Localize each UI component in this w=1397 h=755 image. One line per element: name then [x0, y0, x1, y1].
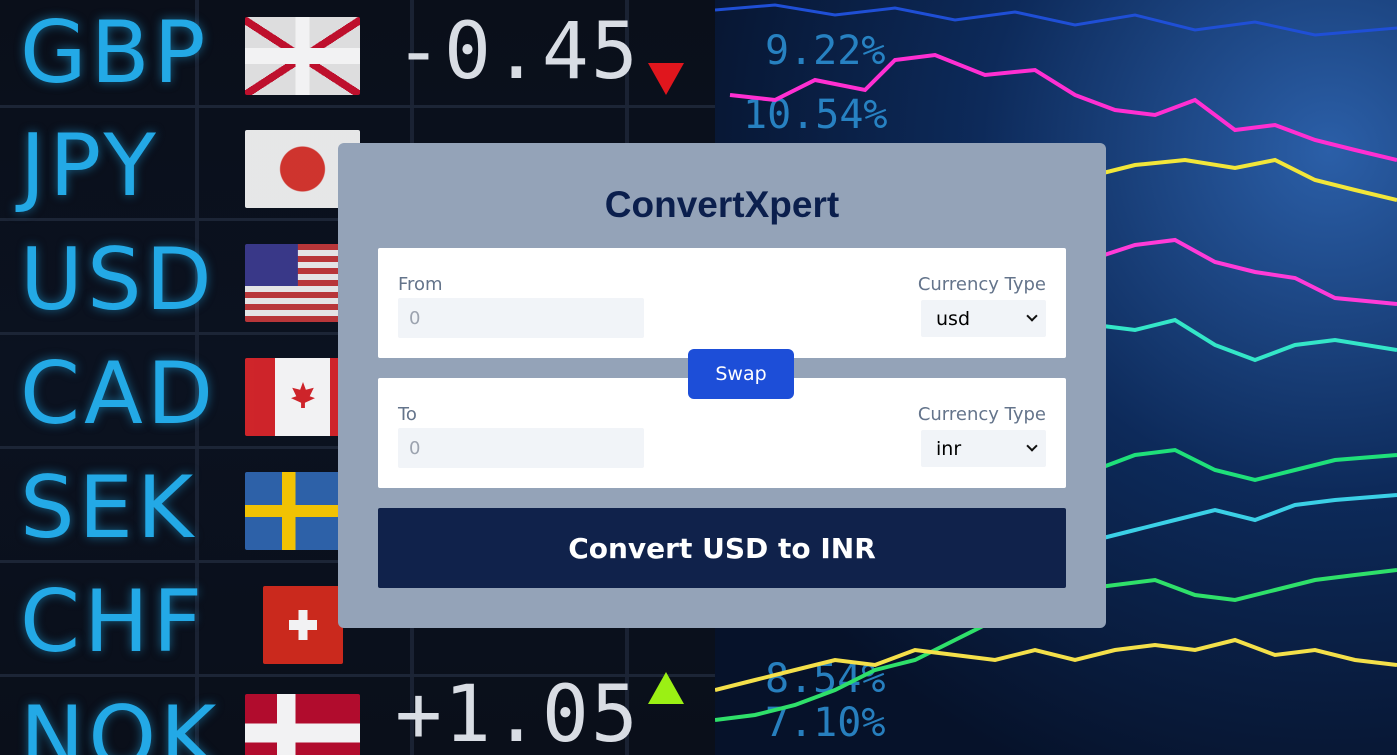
switzerland-flag-icon: [263, 586, 343, 664]
ticker-row: GBP -0.45: [0, 0, 715, 108]
from-amount-input[interactable]: 0: [398, 298, 644, 338]
to-label: To: [398, 404, 417, 425]
from-currency-label: Currency Type: [917, 274, 1046, 295]
from-section: From Currency Type 0 usd: [378, 248, 1066, 358]
ticker-code: NOK: [20, 688, 221, 755]
convert-button[interactable]: Convert USD to INR: [378, 508, 1066, 588]
ticker-code: CAD: [20, 344, 218, 444]
from-currency-value: usd: [936, 307, 971, 330]
chevron-down-icon: [1026, 310, 1038, 322]
to-currency-value: inr: [936, 437, 962, 460]
to-amount-placeholder: 0: [409, 437, 421, 459]
swap-button[interactable]: Swap: [688, 349, 794, 399]
ticker-change: +1.05: [395, 670, 640, 755]
ticker-code: SEK: [20, 458, 198, 558]
ticker-code: CHF: [20, 572, 207, 672]
from-currency-select[interactable]: usd: [921, 300, 1046, 337]
down-arrow-icon: [648, 63, 684, 95]
from-amount-placeholder: 0: [409, 307, 421, 329]
to-amount-input[interactable]: 0: [398, 428, 644, 468]
converter-card: ConvertXpert From Currency Type 0 usd To…: [338, 143, 1106, 628]
uk-flag-icon: [245, 17, 360, 95]
up-arrow-icon: [648, 672, 684, 704]
ticker-code: USD: [20, 230, 216, 330]
from-label: From: [398, 274, 443, 295]
ticker-row: NOK +1.05: [0, 658, 715, 755]
to-currency-select[interactable]: inr: [921, 430, 1046, 467]
to-currency-label: Currency Type: [917, 404, 1046, 425]
norway-flag-icon: [245, 694, 360, 755]
chevron-down-icon: [1026, 440, 1038, 452]
ticker-code: JPY: [20, 116, 160, 216]
ticker-code: GBP: [20, 3, 210, 103]
app-title: ConvertXpert: [604, 184, 840, 225]
ticker-change: -0.45: [395, 7, 640, 97]
